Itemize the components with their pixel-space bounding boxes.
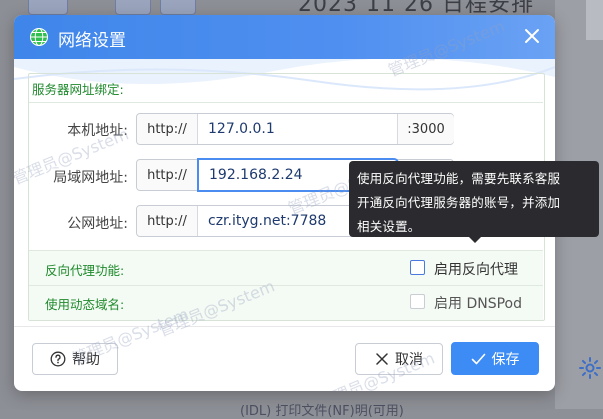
local-address-prefix: http://	[137, 114, 198, 144]
globe-icon	[30, 28, 48, 46]
reverse-proxy-label: 反向代理功能:	[45, 263, 125, 278]
lan-address-prefix: http://	[137, 160, 198, 190]
local-address-label: 本机地址:	[67, 123, 128, 139]
dnspod-option[interactable]: 启用 DNSPod	[434, 293, 522, 313]
tooltip-line: 相关设置。	[357, 219, 421, 234]
public-address-prefix: http://	[137, 206, 198, 236]
tooltip-line: 使用反向代理功能，需要先联系客服	[357, 171, 561, 186]
background-tab	[115, 0, 151, 15]
help-button[interactable]: 帮助	[32, 343, 118, 375]
local-address-group: http:// 127.0.0.1 :3000	[136, 113, 454, 145]
dialog-title: 网络设置	[58, 31, 126, 51]
help-icon	[50, 351, 66, 367]
background-tab	[160, 0, 196, 15]
section-server-binding: 服务器网址绑定:	[32, 82, 124, 97]
dnspod-label: 使用动态域名:	[45, 297, 125, 312]
background-footer-text: (IDL) 打印文件(NF)明(可用)	[240, 404, 404, 419]
tooltip-line: 开通反向代理服务器的账号，并添加	[357, 195, 561, 210]
cancel-button[interactable]: 取消	[355, 343, 443, 375]
reverse-proxy-checkbox[interactable]	[410, 260, 425, 275]
cancel-button-label: 取消	[395, 352, 423, 368]
reverse-proxy-option[interactable]: 启用反向代理	[434, 259, 518, 279]
reverse-proxy-tooltip: 使用反向代理功能，需要先联系客服 开通反向代理服务器的账号，并添加 相关设置。	[349, 161, 599, 237]
check-icon	[471, 353, 485, 364]
dialog-header: 网络设置	[14, 15, 555, 59]
footer-divider	[14, 326, 555, 327]
gear-icon[interactable]	[578, 356, 602, 380]
local-address-input[interactable]: 127.0.0.1	[198, 114, 396, 144]
cancel-icon	[376, 353, 388, 365]
divider	[29, 102, 543, 103]
background-tab	[28, 0, 68, 15]
local-address-port: :3000	[397, 114, 454, 144]
save-button[interactable]: 保存	[451, 342, 539, 375]
close-icon[interactable]	[521, 25, 543, 47]
save-button-label: 保存	[491, 351, 520, 368]
lan-address-label: 局域网地址:	[53, 170, 128, 186]
dnspod-checkbox[interactable]	[410, 294, 425, 309]
public-address-label: 公网地址:	[67, 216, 128, 232]
help-button-label: 帮助	[72, 352, 100, 368]
tooltip-arrow	[469, 237, 481, 243]
background-sidebar	[586, 0, 603, 40]
